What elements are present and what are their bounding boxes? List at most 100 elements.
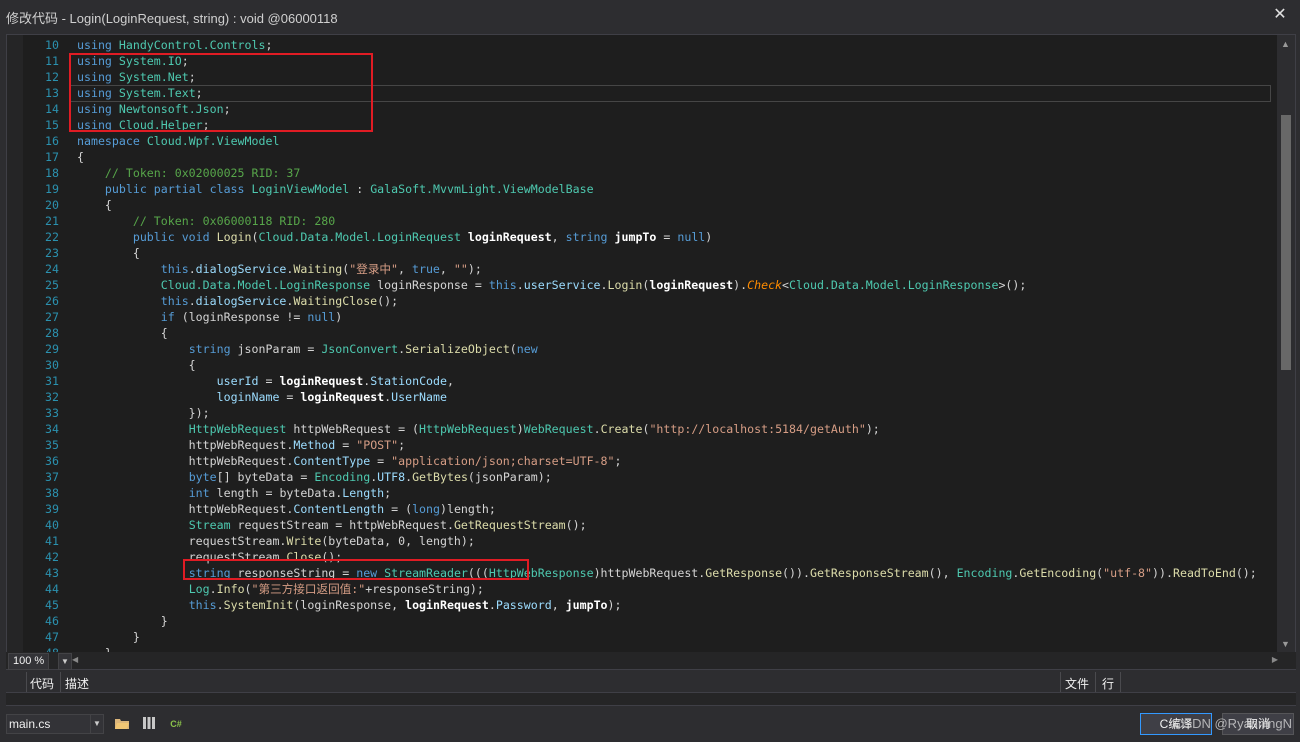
line-number: 37 (45, 470, 59, 484)
code-token: ; (265, 38, 273, 52)
code-line[interactable]: 23 { (23, 245, 1273, 261)
column-divider[interactable] (1095, 672, 1096, 692)
code-line[interactable]: 14 using Newtonsoft.Json; (23, 101, 1273, 117)
code-line[interactable]: 27 if (loginResponse != null) (23, 309, 1273, 325)
column-divider[interactable] (60, 672, 61, 692)
code-line[interactable]: 10 using HandyControl.Controls; (23, 37, 1273, 53)
code-token: Length (342, 486, 385, 500)
code-token: this (160, 294, 189, 308)
code-lines[interactable]: 10 using HandyControl.Controls; 11 using Sy… (23, 37, 1273, 653)
line-number: 17 (45, 150, 59, 164)
code-line[interactable]: 11 using System.IO; (23, 53, 1273, 69)
code-line[interactable]: 37 byte[] byteData = Encoding.UTF8.GetBy… (23, 469, 1273, 485)
code-line[interactable]: 46 } (23, 613, 1273, 629)
code-line[interactable]: 25 Cloud.Data.Model.LoginResponse loginR… (23, 277, 1273, 293)
code-line[interactable]: 32 loginName = loginRequest.UserName (23, 389, 1273, 405)
code-line[interactable]: 30 { (23, 357, 1273, 373)
code-line[interactable]: 20 { (23, 197, 1273, 213)
code-line[interactable]: 43 string responseString = new StreamRea… (23, 565, 1273, 581)
code-token: Waiting (293, 262, 343, 276)
file-select[interactable]: main.cs ▼ (6, 714, 104, 734)
code-line[interactable]: 34 HttpWebRequest httpWebRequest = (Http… (23, 421, 1273, 437)
code-line[interactable]: 17 { (23, 149, 1273, 165)
code-line[interactable]: 33 }); (23, 405, 1273, 421)
code-line[interactable]: 42 requestStream.Close(); (23, 549, 1273, 565)
code-line[interactable]: 22 public void Login(Cloud.Data.Model.Lo… (23, 229, 1273, 245)
code-line[interactable]: 15 using Cloud.Helper; (23, 117, 1273, 133)
chevron-down-icon[interactable]: ▼ (90, 715, 103, 733)
code-token: ReadToEnd (1172, 566, 1236, 580)
scroll-right-icon[interactable]: ▶ (1272, 655, 1278, 664)
code-token: ( (244, 582, 252, 596)
code-token: dialogService (195, 262, 287, 276)
code-line[interactable]: 45 this.SystemInit(loginResponse, loginR… (23, 597, 1273, 613)
line-number: 43 (45, 566, 59, 580)
bottom-toolbar: main.cs ▼ C# C编译 取消 (0, 708, 1300, 742)
column-divider[interactable] (1060, 672, 1061, 692)
code-line[interactable]: 16 namespace Cloud.Wpf.ViewModel (23, 133, 1273, 149)
column-description[interactable]: 描述 (65, 675, 89, 692)
code-token: , (439, 262, 454, 276)
code-line[interactable]: 47 } (23, 629, 1273, 645)
csharp-icon[interactable]: C# (168, 716, 184, 732)
code-token: loginName (216, 390, 280, 404)
scrollbar-thumb[interactable] (1281, 115, 1291, 370)
code-line[interactable]: 35 httpWebRequest.Method = "POST"; (23, 437, 1273, 453)
code-line[interactable]: 40 Stream requestStream = httpWebRequest… (23, 517, 1273, 533)
line-number: 42 (45, 550, 59, 564)
code-token: Check (747, 278, 783, 292)
column-code[interactable]: 代码 (30, 675, 54, 692)
code-token: = ( (384, 502, 413, 516)
scroll-left-icon[interactable]: ◀ (72, 655, 78, 664)
code-line[interactable]: 12 using System.Net; (23, 69, 1273, 85)
code-line[interactable]: 44 Log.Info("第三方接口返回值:"+responseString); (23, 581, 1273, 597)
scroll-down-icon[interactable]: ▼ (1281, 639, 1290, 649)
open-folder-icon[interactable] (114, 716, 130, 732)
code-line[interactable]: 29 string jsonParam = JsonConvert.Serial… (23, 341, 1273, 357)
code-token: GetResponseStream (809, 566, 929, 580)
code-token: public void (132, 230, 210, 244)
code-editor[interactable]: 10 using HandyControl.Controls; 11 using Sy… (6, 34, 1296, 654)
column-divider[interactable] (1120, 672, 1121, 692)
code-line[interactable]: 13 using System.Text; (23, 85, 1273, 101)
code-text: using System.IO; (77, 54, 189, 68)
title-bar: 修改代码 - Login(LoginRequest, string) : voi… (0, 0, 1300, 32)
line-number: 28 (45, 326, 59, 340)
close-icon[interactable]: ✕ (1270, 5, 1290, 25)
code-token: [] byteData = (216, 470, 315, 484)
code-line[interactable]: 28 { (23, 325, 1273, 341)
code-line[interactable]: 31 userId = loginRequest.StationCode, (23, 373, 1273, 389)
code-token: HttpWebResponse (488, 566, 594, 580)
assembly-icon[interactable] (141, 716, 157, 732)
horizontal-scrollbar[interactable]: ◀ ▶ (72, 655, 1278, 667)
code-line[interactable]: 39 httpWebRequest.ContentLength = (long)… (23, 501, 1273, 517)
column-divider[interactable] (26, 672, 27, 692)
code-line[interactable]: 41 requestStream.Write(byteData, 0, leng… (23, 533, 1273, 549)
vertical-scrollbar[interactable]: ▲ ▼ (1277, 35, 1295, 653)
code-token: UserName (391, 390, 447, 404)
code-line[interactable]: 38 int length = byteData.Length; (23, 485, 1273, 501)
scroll-up-icon[interactable]: ▲ (1281, 39, 1290, 49)
code-token: requestStream. (77, 534, 287, 548)
code-text: using Cloud.Helper; (77, 118, 210, 132)
code-line[interactable]: 18 // Token: 0x02000025 RID: 37 (23, 165, 1273, 181)
code-token: ; (384, 486, 392, 500)
column-file[interactable]: 文件 (1065, 675, 1089, 692)
code-line[interactable]: 26 this.dialogService.WaitingClose(); (23, 293, 1273, 309)
code-token: "POST" (356, 438, 399, 452)
column-line[interactable]: 行 (1102, 675, 1114, 692)
code-line[interactable]: 21 // Token: 0x06000118 RID: 280 (23, 213, 1273, 229)
code-line[interactable]: 36 httpWebRequest.ContentType = "applica… (23, 453, 1273, 469)
code-line[interactable]: 24 this.dialogService.Waiting("登录中", tru… (23, 261, 1273, 277)
zoom-level[interactable]: 100 % (8, 653, 50, 670)
code-token: HandyControl.Controls (118, 38, 266, 52)
code-line[interactable]: 19 public partial class LoginViewModel :… (23, 181, 1273, 197)
code-token: . (516, 278, 524, 292)
zoom-dropdown-icon[interactable]: ▼ (58, 653, 72, 670)
editor-status-bar: 100 % ▼ ◀ ▶ (6, 652, 1296, 670)
code-token: UTF8 (377, 470, 406, 484)
